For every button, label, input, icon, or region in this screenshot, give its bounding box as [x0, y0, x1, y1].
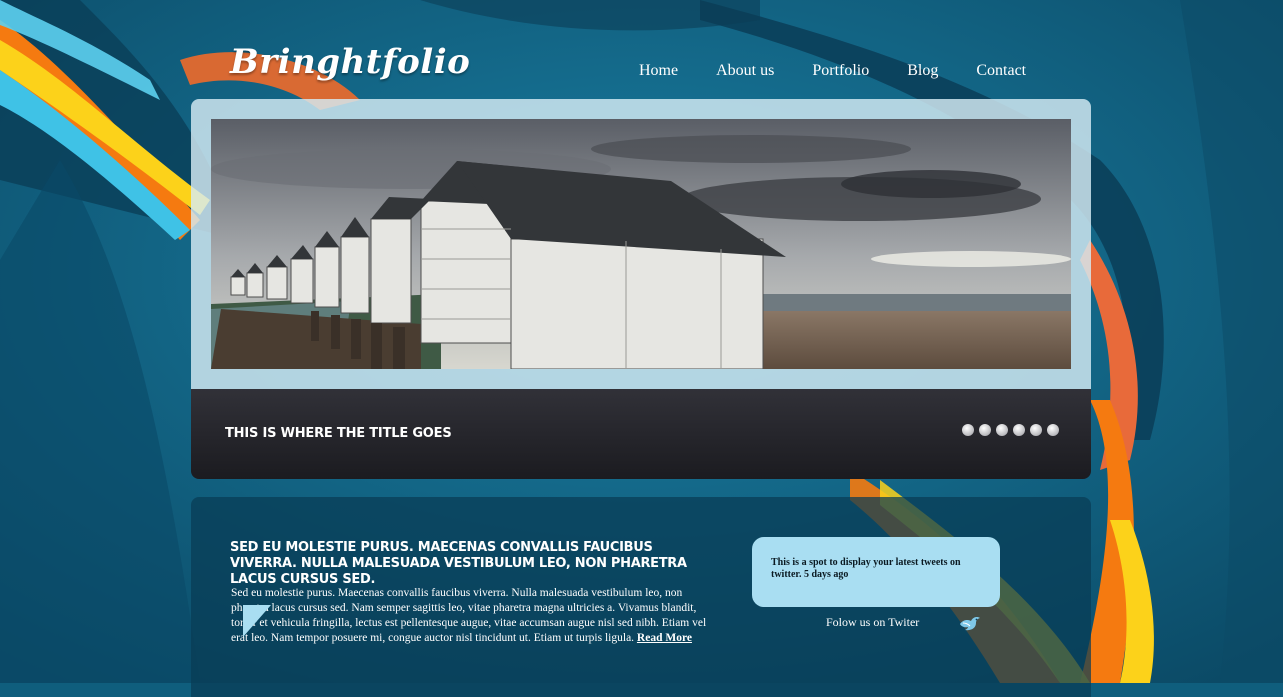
latest-tweet-text: This is a spot to display your latest tw…: [771, 557, 961, 580]
slide-title: THIS IS WHERE THE TITLE GOES: [225, 426, 452, 441]
image-slider: [191, 99, 1091, 389]
slider-dot-2[interactable]: [979, 424, 991, 436]
content-paragraph: Sed eu molestie purus. Maecenas convalli…: [231, 587, 707, 644]
nav-contact-link[interactable]: Contact: [976, 60, 1026, 82]
twitter-bird-icon[interactable]: [959, 614, 981, 636]
nav-home-link[interactable]: Home: [639, 60, 678, 82]
slider-caption-bar: THIS IS WHERE THE TITLE GOES: [191, 389, 1091, 479]
slider-dot-4[interactable]: [1013, 424, 1025, 436]
slider-dot-6[interactable]: [1047, 424, 1059, 436]
read-more-link[interactable]: Read More: [637, 632, 692, 644]
slider-dot-1[interactable]: [962, 424, 974, 436]
nav-blog-link[interactable]: Blog: [907, 60, 938, 82]
slider-pagination: [957, 424, 1059, 436]
nav-portfolio-link[interactable]: Portfolio: [812, 60, 869, 82]
content-heading: SED EU MOLESTIE PURUS. MAECENAS CONVALLI…: [230, 540, 687, 587]
slider-dot-5[interactable]: [1030, 424, 1042, 436]
tweet-bubble-tail: [243, 605, 271, 637]
tweet-bubble: This is a spot to display your latest tw…: [752, 537, 1000, 607]
follow-twitter-link[interactable]: Folow us on Twiter: [826, 615, 919, 630]
nav-about-link[interactable]: About us: [716, 60, 774, 82]
content-panel: SED EU MOLESTIE PURUS. MAECENAS CONVALLI…: [191, 497, 1091, 697]
main-nav: Home About us Portfolio Blog Contact: [620, 60, 1045, 82]
site-logo[interactable]: Bringhtfolio: [230, 40, 470, 84]
content-body: Sed eu molestie purus. Maecenas convalli…: [231, 586, 721, 646]
slide-image-beach-huts[interactable]: [211, 119, 1071, 369]
slider-dot-3[interactable]: [996, 424, 1008, 436]
